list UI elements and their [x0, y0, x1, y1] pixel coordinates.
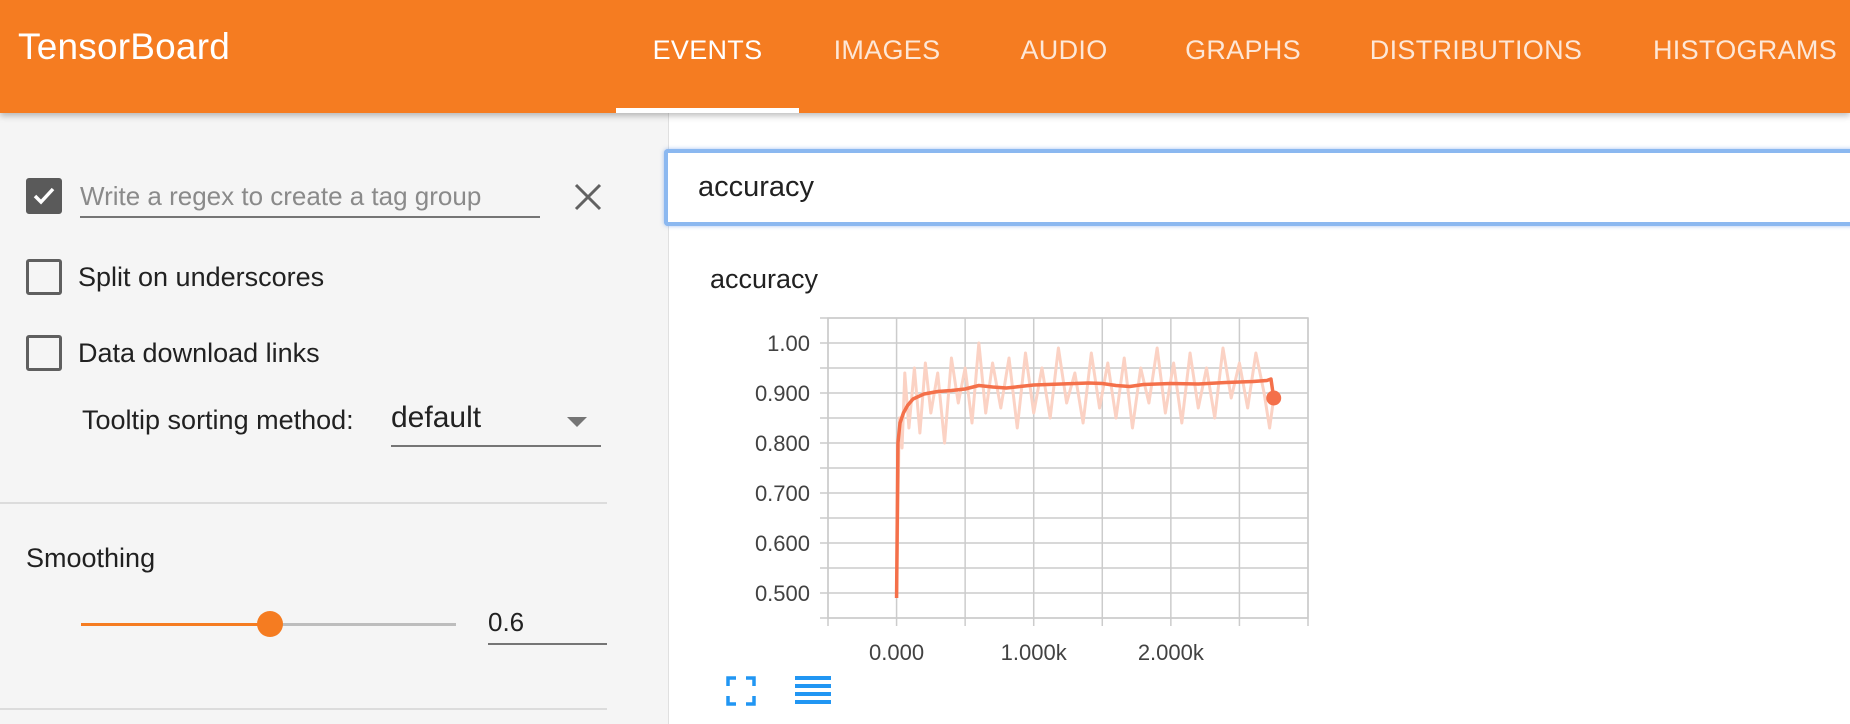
sidebar: Split on underscores Data download links… [0, 113, 607, 724]
tab-graphs[interactable]: GRAPHS [1168, 0, 1318, 113]
accuracy-chart[interactable]: 0.500 0.600 0.700 0.800 0.900 1.00 0.000 1.000k… [690, 300, 1330, 670]
tooltip-sort-select[interactable]: default [391, 397, 601, 447]
x-tick-label: 2.000k [1138, 640, 1205, 665]
app-title: TensorBoard [18, 26, 230, 67]
last-value-marker [1266, 390, 1282, 406]
smoothing-slider-thumb[interactable] [257, 611, 283, 637]
smoothing-slider-fill [81, 623, 270, 626]
tab-events[interactable]: EVENTS [616, 0, 799, 113]
split-underscores-label: Split on underscores [78, 262, 325, 292]
x-tick-label: 1.000k [1001, 640, 1068, 665]
check-icon [33, 187, 55, 205]
sidebar-divider-bottom [0, 708, 607, 710]
download-links-checkbox[interactable] [26, 335, 62, 371]
tooltip-sort-label: Tooltip sorting method: [82, 405, 354, 435]
y-tick-label: 0.600 [755, 531, 810, 556]
smoothing-title: Smoothing [26, 543, 156, 573]
tab-images[interactable]: IMAGES [814, 0, 960, 113]
x-tick-label: 0.000 [869, 640, 924, 665]
fullscreen-icon[interactable] [726, 676, 756, 706]
regex-input[interactable] [80, 176, 540, 218]
tab-audio[interactable]: AUDIO [1005, 0, 1123, 113]
split-underscores-checkbox[interactable] [26, 259, 62, 295]
y-tick-label: 0.800 [755, 431, 810, 456]
y-tick-label: 1.00 [767, 331, 810, 356]
close-icon[interactable] [568, 177, 608, 217]
regex-checkbox[interactable] [26, 178, 62, 214]
smoothing-slider[interactable] [81, 611, 456, 637]
tab-distributions[interactable]: DISTRIBUTIONS [1362, 0, 1590, 113]
y-tick-label: 0.900 [755, 381, 810, 406]
y-tick-label: 0.700 [755, 481, 810, 506]
app-header: TensorBoard EVENTS IMAGES AUDIO GRAPHS D… [0, 0, 1850, 113]
tag-filter-input[interactable] [698, 167, 1798, 207]
y-tick-label: 0.500 [755, 581, 810, 606]
tag-filter-box[interactable] [664, 149, 1850, 226]
sidebar-divider [0, 502, 607, 504]
tooltip-sort-value: default [391, 401, 482, 434]
tab-histograms[interactable]: HISTOGRAMS [1645, 0, 1845, 113]
download-links-label: Data download links [78, 338, 320, 368]
active-tab-indicator [616, 108, 799, 113]
data-table-icon[interactable] [794, 674, 832, 708]
dropdown-arrow-icon [567, 417, 587, 427]
chart-card-title: accuracy [710, 264, 819, 294]
smoothing-input[interactable] [488, 601, 607, 645]
